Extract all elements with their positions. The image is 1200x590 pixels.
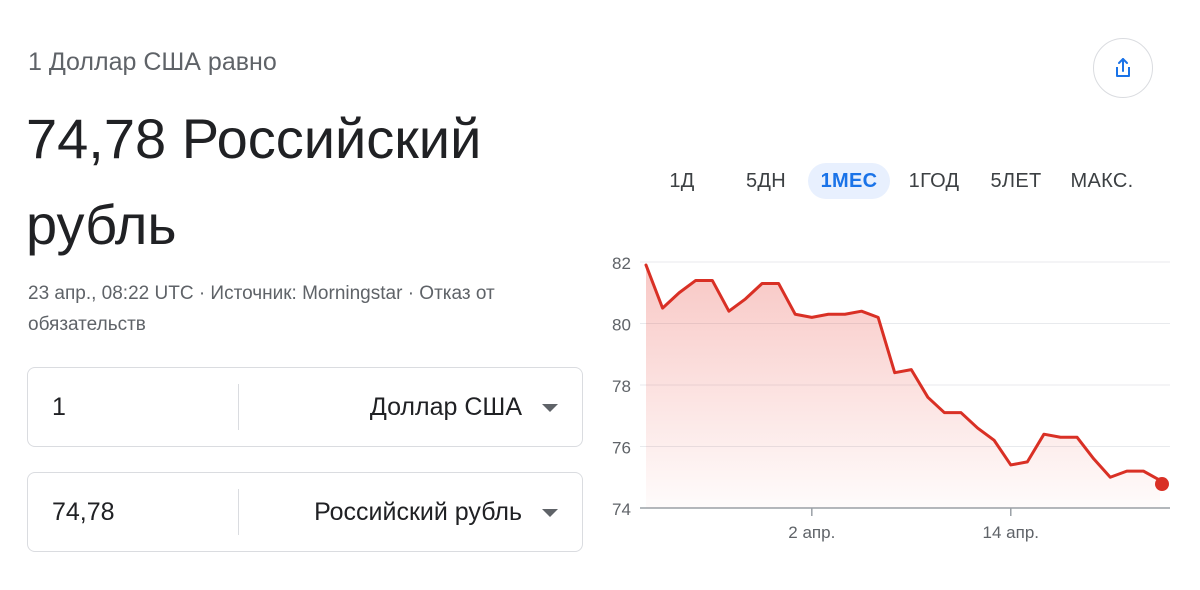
y-tick-label: 80 xyxy=(612,316,631,335)
y-tick-label: 74 xyxy=(612,500,631,519)
exchange-rate-chart[interactable]: 74 76 78 80 82 2 апр. 14 апр. xyxy=(0,0,1200,590)
last-point-marker xyxy=(1155,477,1169,492)
y-tick-label: 82 xyxy=(612,254,631,273)
x-tick-label: 14 апр. xyxy=(983,523,1039,542)
y-tick-label: 76 xyxy=(612,439,631,458)
y-tick-label: 78 xyxy=(612,377,631,396)
x-tick-label: 2 апр. xyxy=(788,523,835,542)
